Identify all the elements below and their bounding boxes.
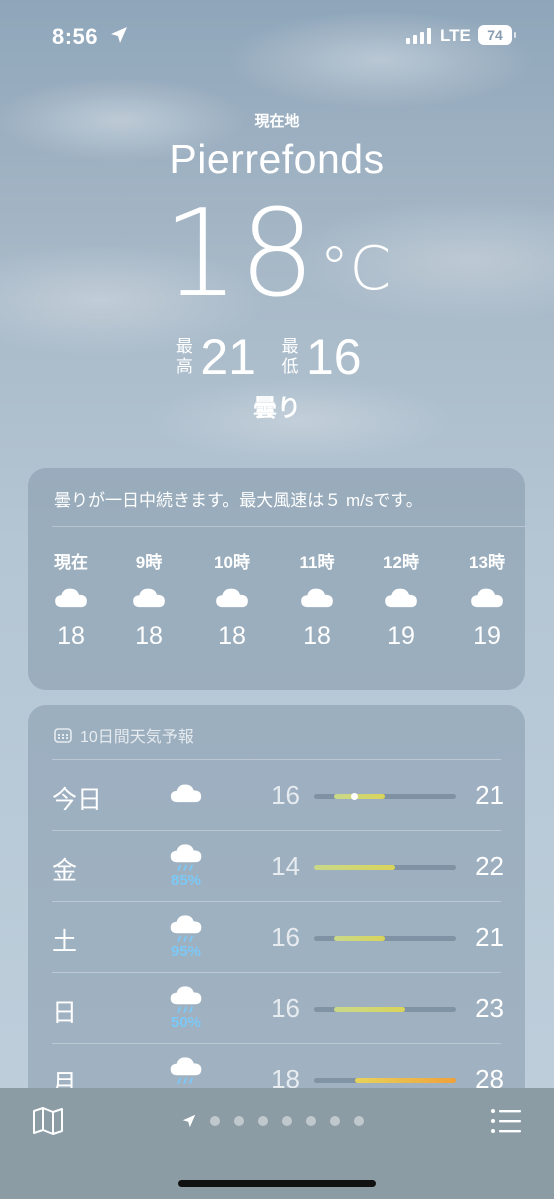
location-arrow-icon <box>111 27 127 43</box>
temp-range-bar <box>314 1078 456 1083</box>
forecast-row[interactable]: 金 85% 14 22 <box>28 831 525 903</box>
city-name: Pierrefonds <box>169 136 385 182</box>
status-bar: 8:56 LTE 74 <box>0 22 554 52</box>
hour-temp: 18 <box>303 622 331 650</box>
cloud-icon <box>114 572 184 622</box>
rain-cloud-icon: 95% <box>164 914 208 960</box>
temp-range-fill <box>314 865 396 870</box>
cloud-icon <box>197 572 267 622</box>
forecast-header: 10日間天気予報 <box>54 723 194 747</box>
forecast-row[interactable]: 日 50% 16 23 <box>28 973 525 1045</box>
network-type: LTE <box>440 26 471 45</box>
divider <box>52 526 525 527</box>
forecast-title: 10日間天気予報 <box>80 729 194 746</box>
day-low: 14 <box>271 851 300 881</box>
hour-column: 13時 19 <box>452 548 522 651</box>
rain-cloud-icon: 50% <box>164 985 208 1031</box>
clock: 8:56 <box>52 24 99 49</box>
cloud-icon <box>282 572 352 622</box>
city-list-icon[interactable] <box>490 1108 522 1134</box>
weather-summary: 曇りが一日中続きます。最大風速は５ m/sです。 <box>54 491 423 510</box>
temp-range-bar <box>314 793 456 800</box>
temperature-unit: °C <box>319 234 392 304</box>
hour-label: 12時 <box>383 553 419 572</box>
cloud-icon <box>36 572 106 622</box>
hour-column: 9時 18 <box>114 548 184 651</box>
forecast-row[interactable]: 今日 16 21 <box>28 760 525 832</box>
hour-temp: 19 <box>473 622 501 650</box>
precip-chance: 85% <box>170 872 202 889</box>
day-low: 16 <box>271 780 300 810</box>
hour-label: 13時 <box>469 553 505 572</box>
rain-cloud-icon: 85% <box>164 843 208 889</box>
high-temp: 21 <box>200 329 256 385</box>
day-label: 今日 <box>52 786 103 814</box>
temp-range-bar <box>314 865 456 870</box>
high-label: 最高 <box>175 337 193 376</box>
day-high: 23 <box>475 993 504 1023</box>
condition-text: 曇り <box>253 395 301 422</box>
cloud-icon <box>452 572 522 622</box>
temp-range-fill <box>334 1007 406 1012</box>
hourly-forecast-card[interactable]: 曇りが一日中続きます。最大風速は５ m/sです。 現在 18 9時 18 10時 1… <box>28 468 525 690</box>
day-low: 16 <box>271 993 300 1023</box>
current-location-icon <box>182 1114 196 1128</box>
hour-label: 11時 <box>299 553 335 572</box>
high-low: 最高 21 最低 16 <box>0 328 554 386</box>
day-high: 21 <box>475 780 504 810</box>
day-low: 16 <box>271 922 300 952</box>
hour-label: 現在 <box>54 553 88 572</box>
precip-chance: 50% <box>170 1014 202 1031</box>
current-temperature: 18°C <box>162 185 392 324</box>
temp-range-fill <box>354 1078 456 1083</box>
cloud-icon <box>366 572 436 622</box>
rain-cloud-icon <box>164 1056 208 1091</box>
day-label: 土 <box>52 928 78 956</box>
day-high: 22 <box>475 851 504 881</box>
low-temp: 16 <box>306 329 362 385</box>
temp-range-bar <box>314 936 456 941</box>
precip-chance: 95% <box>170 943 202 960</box>
hour-temp: 18 <box>57 622 85 650</box>
day-high: 21 <box>475 922 504 952</box>
hour-column: 現在 18 <box>36 548 106 651</box>
bottom-toolbar <box>0 1088 554 1199</box>
hour-temp: 19 <box>387 622 415 650</box>
location-label: 現在地 <box>254 113 300 130</box>
hour-label: 9時 <box>135 553 163 572</box>
current-temp-dot <box>351 793 359 800</box>
ten-day-forecast-card[interactable]: 10日間天気予報 今日 16 21 金 85% 14 22 土 95% 16 21 日… <box>28 705 525 1105</box>
map-icon[interactable] <box>32 1106 64 1136</box>
hour-temp: 18 <box>135 622 163 650</box>
temp-range-bar <box>314 1007 456 1012</box>
cloud-icon <box>164 782 208 808</box>
page-indicator[interactable] <box>182 1114 364 1128</box>
hour-label: 10時 <box>214 553 250 572</box>
low-label: 最低 <box>281 337 299 376</box>
battery-icon: 74 <box>478 25 516 45</box>
day-label: 日 <box>52 999 78 1027</box>
home-indicator[interactable] <box>178 1180 376 1187</box>
temp-range-fill <box>334 936 385 941</box>
forecast-row[interactable]: 土 95% 16 21 <box>28 902 525 974</box>
hour-temp: 18 <box>218 622 246 650</box>
hour-column: 12時 19 <box>366 548 436 651</box>
signal-strength-icon <box>406 28 431 44</box>
calendar-icon <box>54 728 72 743</box>
temp-range-fill <box>334 794 385 799</box>
day-label: 金 <box>52 857 78 885</box>
hour-column: 10時 18 <box>197 548 267 651</box>
hour-column: 11時 18 <box>282 548 352 651</box>
